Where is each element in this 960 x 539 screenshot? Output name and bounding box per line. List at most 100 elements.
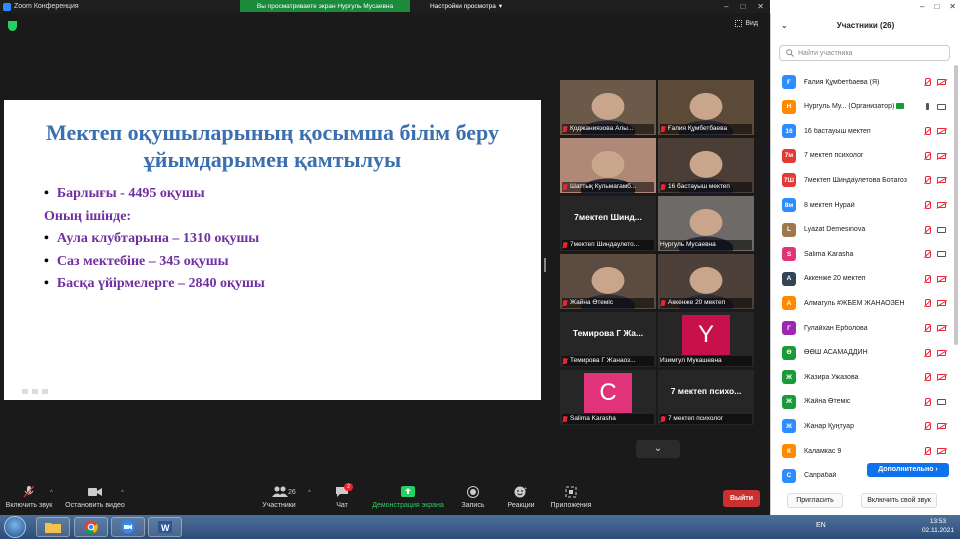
participant-row[interactable]: Ж Жазира Ужазова: [771, 365, 953, 389]
video-tile[interactable]: Жайна Өтеміс: [560, 254, 656, 309]
video-camera-off-icon[interactable]: [937, 349, 946, 356]
share-screen-button[interactable]: Демонстрация экрана: [370, 486, 446, 509]
video-options-caret[interactable]: ^: [121, 490, 124, 496]
microphone-muted-icon[interactable]: [923, 447, 931, 456]
word-taskbar-icon[interactable]: W: [148, 517, 182, 537]
video-tile[interactable]: Шаттық Кульмагамб...: [560, 138, 656, 193]
video-camera-off-icon[interactable]: [937, 448, 946, 454]
participant-row[interactable]: Ж Жайна Өтеміс: [771, 390, 953, 414]
panel-minimize-button[interactable]: –: [920, 0, 924, 13]
avatar: S: [782, 247, 796, 262]
video-camera-icon[interactable]: [937, 103, 946, 110]
leave-meeting-button[interactable]: Выйти: [723, 490, 760, 507]
encryption-shield-icon[interactable]: [8, 21, 17, 31]
video-camera-off-icon[interactable]: [937, 128, 946, 135]
video-camera-off-icon[interactable]: [937, 423, 946, 430]
collapse-chevron-icon[interactable]: ⌄: [781, 13, 788, 39]
maximize-button[interactable]: □: [740, 0, 745, 13]
microphone-muted-icon[interactable]: [923, 422, 931, 431]
chrome-taskbar-icon[interactable]: [74, 517, 108, 537]
participant-search-input[interactable]: Найти участника: [779, 45, 950, 61]
participant-row[interactable]: К Каламкас 9: [771, 439, 953, 463]
participant-row[interactable]: Н Нургуль Му... (Организатор): [771, 95, 953, 119]
video-camera-off-icon[interactable]: [937, 202, 946, 208]
video-camera-icon[interactable]: [937, 226, 946, 233]
more-options-button[interactable]: Дополнительно ›: [867, 463, 949, 477]
keyboard-language[interactable]: EN: [816, 522, 826, 529]
microphone-muted-icon[interactable]: [923, 299, 931, 308]
video-camera-off-icon[interactable]: [937, 325, 946, 331]
participant-row[interactable]: L Lyazat Demesinova: [771, 218, 953, 242]
file-explorer-taskbar-icon[interactable]: [36, 517, 70, 537]
participant-row[interactable]: 16 16 бастауыш мектеп: [771, 119, 953, 143]
participants-options-caret[interactable]: ^: [308, 490, 311, 496]
tile-name-label: Нургуль Мусаевна: [660, 240, 752, 250]
participant-row[interactable]: Ж Жанар Қуңтуар: [771, 414, 953, 438]
panel-close-button[interactable]: ✕: [949, 0, 956, 13]
participant-row[interactable]: Ғ Ғалия Құмбетбаева (Я): [771, 70, 953, 94]
microphone-muted-icon[interactable]: [923, 324, 931, 333]
microphone-muted-icon[interactable]: [923, 78, 931, 87]
participants-scrollbar[interactable]: [954, 65, 958, 345]
video-tile[interactable]: Темирова Г Жа... Темирова Г Жанаоз...: [560, 312, 656, 367]
video-camera-off-icon[interactable]: [937, 275, 946, 282]
video-camera-icon[interactable]: [937, 251, 946, 258]
microphone-muted-icon[interactable]: [923, 373, 931, 382]
video-tile[interactable]: C Salima Karasha: [560, 370, 656, 425]
close-button[interactable]: ✕: [757, 0, 764, 13]
microphone-muted-icon[interactable]: [923, 397, 931, 407]
view-options-menu[interactable]: Настройки просмотра ▾: [430, 0, 502, 12]
video-camera-off-icon[interactable]: [937, 374, 946, 381]
microphone-muted-icon[interactable]: [923, 348, 931, 358]
video-camera-off-icon[interactable]: [937, 152, 946, 159]
gallery-scroll-down-button[interactable]: ⌄: [636, 440, 680, 458]
participant-row[interactable]: Ө ӨӨШ АСАМАДДИН: [771, 341, 953, 365]
microphone-muted-icon[interactable]: [923, 176, 931, 185]
minimize-button[interactable]: –: [724, 0, 728, 13]
video-camera-off-icon[interactable]: [937, 177, 946, 184]
participant-row[interactable]: S Salima Karasha: [771, 242, 953, 266]
participant-row[interactable]: Г Гулайхан Ерболова: [771, 316, 953, 340]
microphone-muted-icon[interactable]: [923, 274, 931, 284]
video-camera-off-icon[interactable]: [937, 300, 946, 307]
apps-button[interactable]: Приложения: [550, 486, 592, 509]
participant-row[interactable]: 7Ш 7мектеп Шиндаулетова Ботагоз: [771, 168, 953, 192]
unmute-self-button[interactable]: Включить свой звук: [861, 493, 937, 508]
video-tile[interactable]: Ғалия Құмбетбаева: [658, 80, 754, 135]
start-button[interactable]: [4, 516, 26, 538]
video-tile[interactable]: Y Изимгул Мукашевна: [658, 312, 754, 367]
participant-name-text: 16 бастауыш мектеп: [804, 127, 871, 135]
chat-unread-badge: 2: [344, 483, 353, 491]
video-tile[interactable]: Нургуль Мусаевна: [658, 196, 754, 251]
unmute-button[interactable]: Включить звук: [4, 485, 54, 509]
microphone-muted-icon[interactable]: [923, 151, 931, 161]
invite-button[interactable]: Пригласить: [787, 493, 843, 508]
zoom-taskbar-icon[interactable]: [111, 517, 145, 537]
video-tile[interactable]: 7мектеп Шинд... 7мектеп Шиндаулето...: [560, 196, 656, 251]
microphone-muted-icon[interactable]: [923, 201, 931, 210]
video-camera-off-icon[interactable]: [937, 79, 946, 85]
participant-row[interactable]: А Алмагуль #ЖБЕМ ЖАНАОЗЕН: [771, 291, 953, 315]
participant-row[interactable]: 7м 7 мектеп психолог: [771, 144, 953, 168]
microphone-muted-icon[interactable]: [923, 250, 931, 259]
video-tile[interactable]: 16 бастауыш мектеп: [658, 138, 754, 193]
stop-video-button[interactable]: Остановить видео: [62, 486, 128, 509]
participant-name: Lyazat Demesinova: [804, 226, 920, 233]
splitter-handle[interactable]: [544, 258, 546, 272]
chat-button[interactable]: 2 Чат: [328, 483, 356, 509]
panel-maximize-button[interactable]: □: [934, 0, 939, 13]
video-tile[interactable]: Қоджаниязова Алы...: [560, 80, 656, 135]
record-button[interactable]: Запись: [458, 486, 488, 509]
participant-row[interactable]: 8м 8 мектеп Нурай: [771, 193, 953, 217]
view-button[interactable]: Вид: [735, 20, 758, 27]
video-tile[interactable]: Аккенже 20 мектеп: [658, 254, 754, 309]
participant-row[interactable]: А Аккенже 20 мектеп: [771, 267, 953, 291]
audio-options-caret[interactable]: ^: [50, 490, 53, 496]
reactions-button[interactable]: + Реакции: [504, 486, 538, 509]
video-camera-icon[interactable]: [937, 398, 946, 405]
microphone-muted-icon[interactable]: [923, 225, 931, 235]
system-clock[interactable]: 13:53 02.11.2021: [922, 517, 954, 535]
video-tile[interactable]: 7 мектеп психо... 7 мектеп психолог: [658, 370, 754, 425]
microphone-icon[interactable]: [926, 102, 929, 110]
microphone-muted-icon[interactable]: [923, 127, 931, 136]
